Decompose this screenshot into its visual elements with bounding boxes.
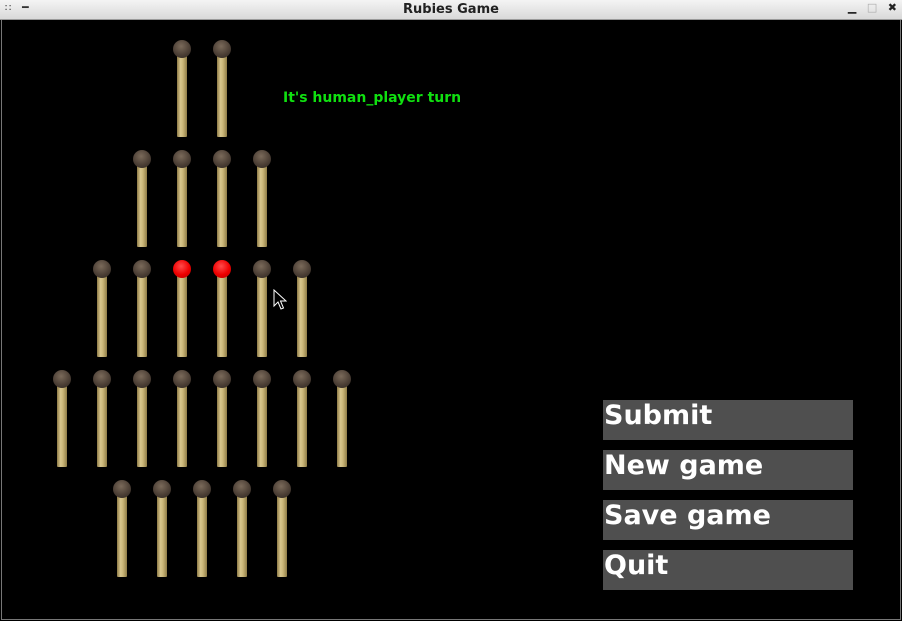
matchstick[interactable] — [92, 260, 112, 358]
matchstick[interactable] — [52, 370, 72, 468]
matchstick[interactable] — [172, 370, 192, 468]
matchstick-head — [173, 370, 191, 388]
matchstick[interactable] — [92, 370, 112, 468]
matchstick[interactable] — [212, 150, 232, 248]
matchstick-stem — [237, 489, 247, 577]
matchstick-stem — [177, 269, 187, 357]
matchstick-stem — [177, 379, 187, 467]
matchstick-stem — [137, 379, 147, 467]
matchstick-stem — [297, 269, 307, 357]
minimize-icon[interactable]: ▁ — [848, 1, 856, 14]
matchstick-stem — [97, 269, 107, 357]
matchstick-stem — [257, 379, 267, 467]
save-game-button[interactable]: Save game — [603, 500, 853, 540]
matchstick-head — [133, 370, 151, 388]
turn-status-label: It's human_player turn — [283, 90, 462, 106]
matchstick[interactable] — [152, 480, 172, 578]
matchstick-selected[interactable] — [172, 260, 192, 358]
matchstick-head — [273, 480, 291, 498]
matchstick[interactable] — [112, 480, 132, 578]
window-title: Rubies Game — [403, 2, 499, 17]
matchstick-stem — [157, 489, 167, 577]
matchstick-head — [213, 370, 231, 388]
matchstick-stem — [117, 489, 127, 577]
matchstick-stem — [337, 379, 347, 467]
matchstick-head — [293, 260, 311, 278]
matchstick[interactable] — [252, 150, 272, 248]
matchstick-head — [193, 480, 211, 498]
matchstick[interactable] — [172, 150, 192, 248]
matchstick[interactable] — [292, 370, 312, 468]
matchstick-stem — [217, 49, 227, 137]
matchstick-head — [213, 150, 231, 168]
matchstick-head — [293, 370, 311, 388]
matchstick[interactable] — [252, 260, 272, 358]
matchstick-stem — [137, 269, 147, 357]
matchstick-stem — [197, 489, 207, 577]
matchstick-stem — [57, 379, 67, 467]
matchstick-stem — [217, 379, 227, 467]
matchstick-head — [173, 150, 191, 168]
matchstick-stem — [257, 159, 267, 247]
matchstick[interactable] — [132, 260, 152, 358]
close-icon[interactable]: ✖ — [888, 1, 897, 14]
matchstick-stem — [137, 159, 147, 247]
maximize-icon[interactable]: □ — [867, 1, 877, 14]
matchstick-stem — [297, 379, 307, 467]
matchstick-stem — [177, 159, 187, 247]
mouse-pointer-icon — [273, 289, 287, 310]
window-controls: ▁ □ ✖ — [841, 1, 897, 14]
window-titlebar[interactable]: ∷ ━ Rubies Game ▁ □ ✖ — [0, 0, 902, 20]
matchstick[interactable] — [212, 40, 232, 138]
matchstick[interactable] — [132, 370, 152, 468]
matchstick[interactable] — [272, 480, 292, 578]
matchstick-head — [233, 480, 251, 498]
matchstick-stem — [217, 269, 227, 357]
quit-button[interactable]: Quit — [603, 550, 853, 590]
matchstick-stem — [217, 159, 227, 247]
matchstick-head — [133, 150, 151, 168]
matchstick[interactable] — [332, 370, 352, 468]
submit-button[interactable]: Submit — [603, 400, 853, 440]
matchstick[interactable] — [212, 370, 232, 468]
matchstick[interactable] — [252, 370, 272, 468]
matchstick-head — [253, 260, 271, 278]
matchstick-stem — [97, 379, 107, 467]
new-game-button[interactable]: New game — [603, 450, 853, 490]
game-board: It's human_player turn Submit New game S… — [1, 20, 901, 620]
matchstick-selected[interactable] — [212, 260, 232, 358]
matchstick-head — [53, 370, 71, 388]
matchstick-head — [113, 480, 131, 498]
matchstick-stem — [257, 269, 267, 357]
matchstick-head — [213, 260, 231, 278]
matchstick-head — [253, 150, 271, 168]
matchstick-head — [213, 40, 231, 58]
matchstick[interactable] — [232, 480, 252, 578]
matchstick-head — [173, 40, 191, 58]
matchstick-head — [153, 480, 171, 498]
matchstick-stem — [177, 49, 187, 137]
matchstick[interactable] — [132, 150, 152, 248]
matchstick[interactable] — [292, 260, 312, 358]
matchstick-head — [333, 370, 351, 388]
matchstick-head — [133, 260, 151, 278]
matchstick[interactable] — [172, 40, 192, 138]
matchstick-head — [173, 260, 191, 278]
matchstick-head — [93, 370, 111, 388]
matchstick-head — [253, 370, 271, 388]
matchstick[interactable] — [192, 480, 212, 578]
matchstick-head — [93, 260, 111, 278]
matchstick-stem — [277, 489, 287, 577]
